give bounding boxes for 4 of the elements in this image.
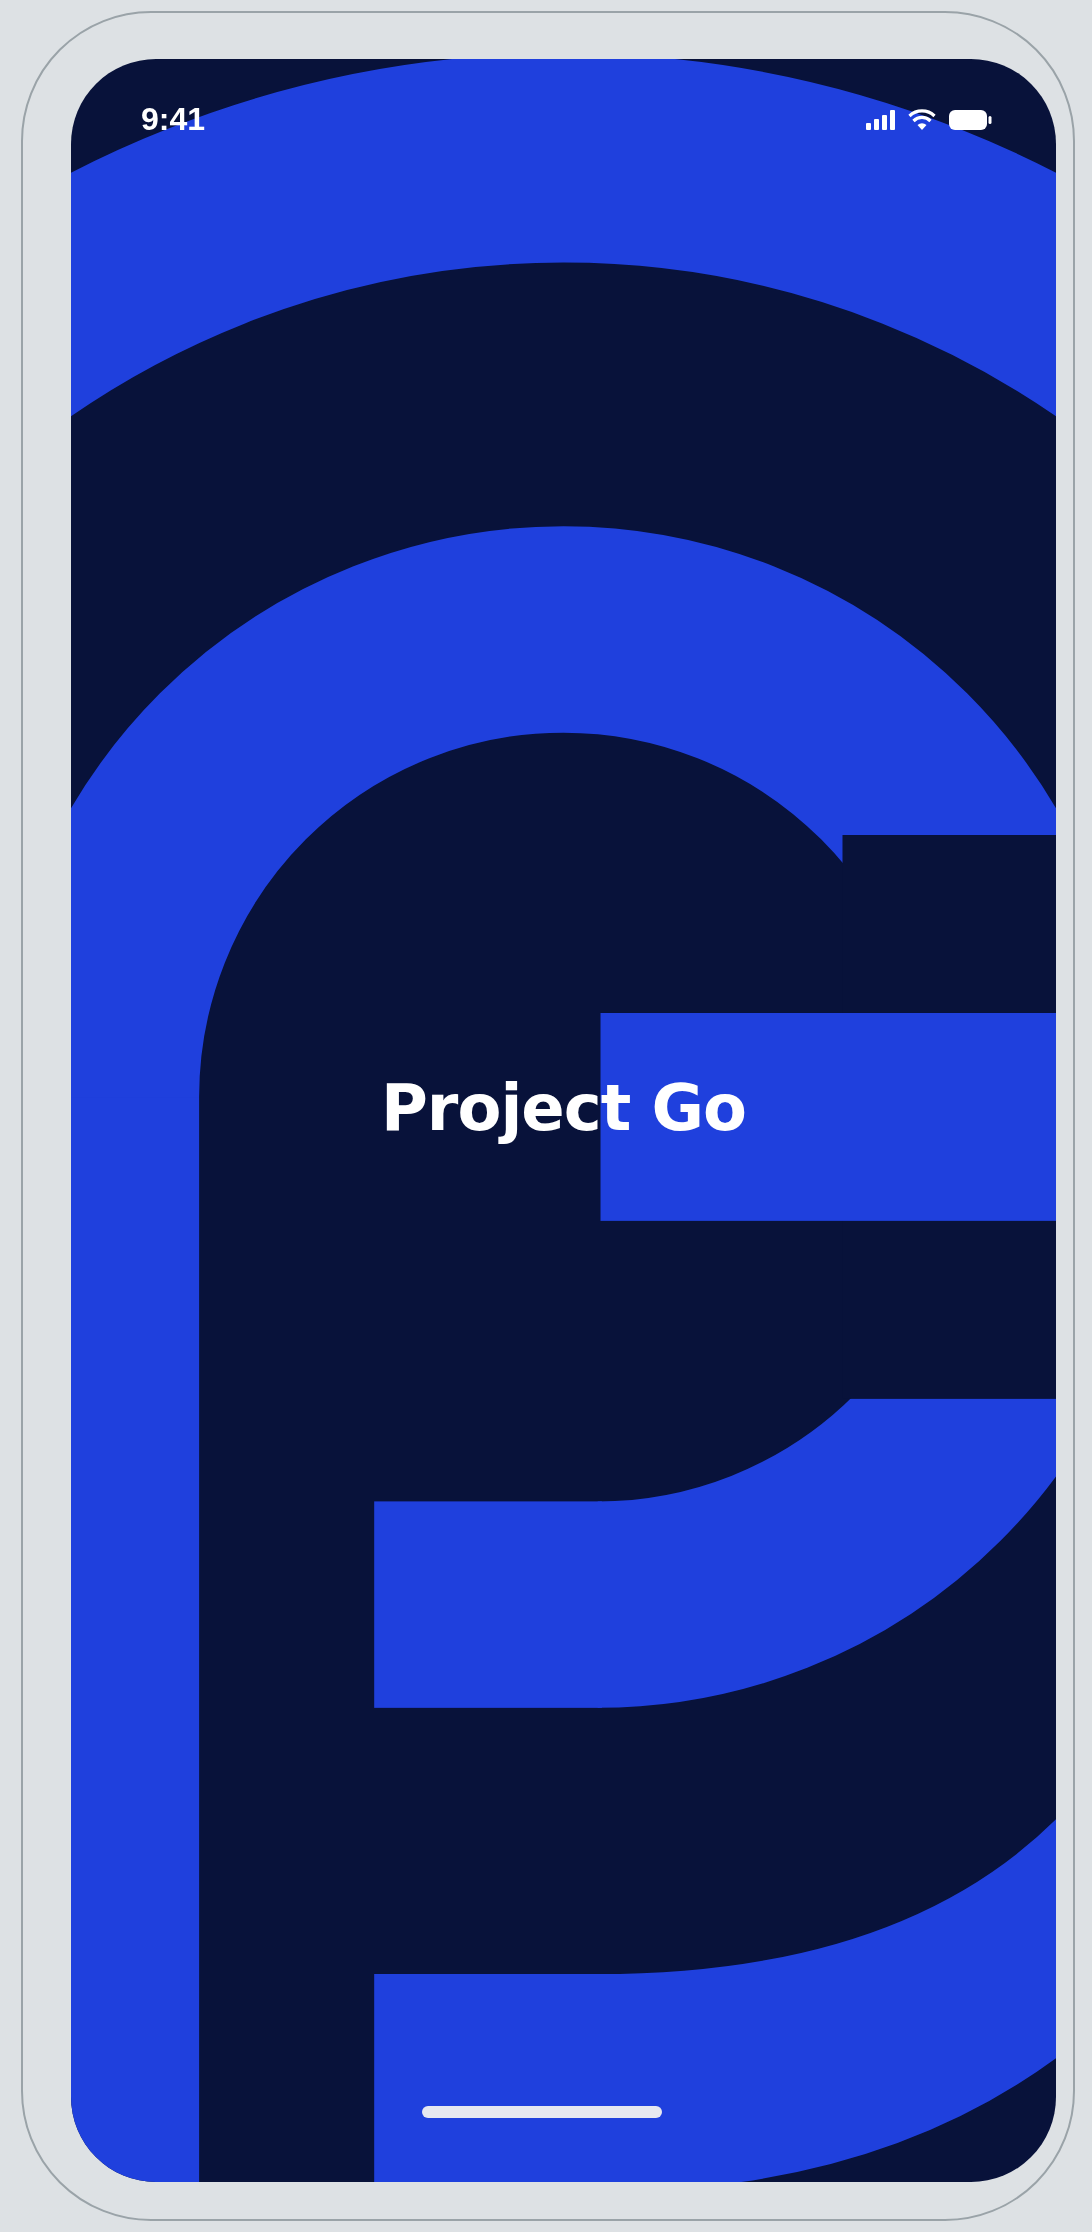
status-time: 9:41 — [141, 101, 206, 138]
wifi-icon — [908, 109, 936, 130]
home-indicator[interactable] — [422, 2106, 662, 2118]
signal-icon — [866, 109, 896, 130]
